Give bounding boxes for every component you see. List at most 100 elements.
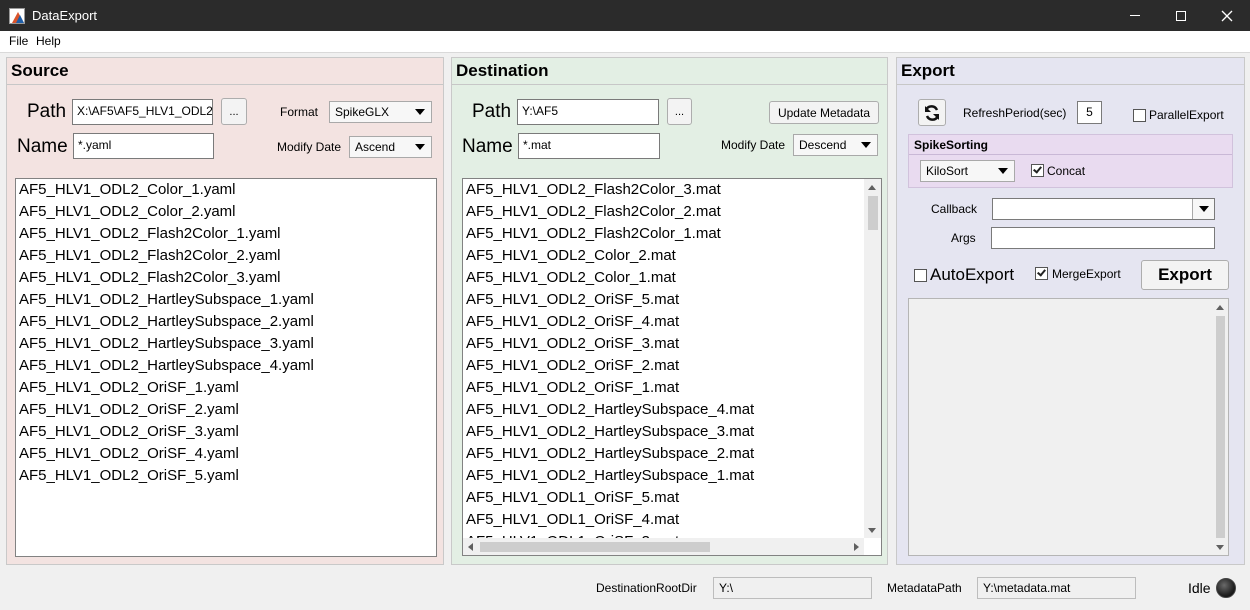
- list-item[interactable]: AF5_HLV1_ODL2_HartleySubspace_1.mat: [463, 465, 881, 487]
- destination-panel: Destination Path Y:\AF5 ... Update Metad…: [451, 57, 888, 565]
- concat-checkbox[interactable]: [1031, 164, 1044, 177]
- source-title-divider: [7, 84, 443, 85]
- scroll-thumb[interactable]: [868, 196, 878, 230]
- list-item[interactable]: AF5_HLV1_ODL2_OriSF_2.yaml: [16, 399, 436, 421]
- list-item[interactable]: AF5_HLV1_ODL1_OriSF_5.mat: [463, 487, 881, 509]
- list-item[interactable]: AF5_HLV1_ODL2_OriSF_5.yaml: [16, 465, 436, 487]
- list-item[interactable]: AF5_HLV1_ODL2_Flash2Color_1.yaml: [16, 223, 436, 245]
- destination-name-label: Name: [462, 136, 513, 157]
- source-path-label: Path: [27, 101, 67, 122]
- scroll-thumb[interactable]: [1216, 316, 1225, 538]
- refresh-button[interactable]: [918, 99, 946, 126]
- source-format-label: Format: [280, 105, 319, 119]
- source-file-list[interactable]: AF5_HLV1_ODL2_Color_1.yaml AF5_HLV1_ODL2_…: [15, 178, 437, 557]
- merge-export-label: MergeExport: [1052, 267, 1121, 281]
- list-item[interactable]: AF5_HLV1_ODL2_HartleySubspace_4.yaml: [16, 355, 436, 377]
- destination-horizontal-scrollbar[interactable]: [463, 538, 864, 555]
- minimize-icon: [1130, 15, 1140, 16]
- list-item[interactable]: AF5_HLV1_ODL1_OriSF_4.mat: [463, 509, 881, 531]
- destination-vertical-scrollbar[interactable]: [864, 179, 881, 538]
- list-item[interactable]: AF5_HLV1_ODL2_HartleySubspace_2.mat: [463, 443, 881, 465]
- autoexport-checkbox[interactable]: [914, 269, 927, 282]
- refresh-period-input[interactable]: 5: [1077, 101, 1102, 124]
- spike-sorter-dropdown[interactable]: KiloSort: [920, 160, 1015, 182]
- scroll-left-icon[interactable]: [468, 543, 473, 551]
- source-path-input[interactable]: X:\AF5\AF5_HLV1_ODL2: [72, 99, 213, 125]
- list-item[interactable]: AF5_HLV1_ODL2_HartleySubspace_3.yaml: [16, 333, 436, 355]
- args-input[interactable]: [991, 227, 1215, 249]
- menu-help[interactable]: Help: [36, 34, 61, 48]
- chevron-down-icon: [1199, 206, 1209, 212]
- scroll-down-icon[interactable]: [868, 528, 876, 533]
- close-button[interactable]: [1204, 0, 1250, 31]
- list-item[interactable]: AF5_HLV1_ODL2_Flash2Color_1.mat: [463, 223, 881, 245]
- export-title: Export: [901, 61, 955, 80]
- destination-file-list[interactable]: AF5_HLV1_ODL2_Flash2Color_3.mat AF5_HLV1_…: [462, 178, 882, 556]
- minimize-button[interactable]: [1112, 0, 1158, 31]
- menu-file[interactable]: File: [9, 34, 28, 48]
- parallel-export-checkbox[interactable]: [1133, 109, 1146, 122]
- list-item[interactable]: AF5_HLV1_ODL2_HartleySubspace_1.yaml: [16, 289, 436, 311]
- list-item[interactable]: AF5_HLV1_ODL2_Flash2Color_3.yaml: [16, 267, 436, 289]
- chevron-down-icon: [861, 142, 871, 148]
- destination-root-field: Y:\: [713, 577, 872, 599]
- list-item[interactable]: AF5_HLV1_ODL2_Color_2.mat: [463, 245, 881, 267]
- list-item[interactable]: AF5_HLV1_ODL2_OriSF_2.mat: [463, 355, 881, 377]
- source-modify-date-value: Ascend: [355, 140, 396, 154]
- source-modify-date-dropdown[interactable]: Ascend: [349, 136, 432, 158]
- status-lamp-icon: [1216, 578, 1236, 598]
- scroll-down-icon[interactable]: [1216, 545, 1224, 550]
- args-label: Args: [951, 231, 976, 245]
- list-item[interactable]: AF5_HLV1_ODL2_Color_1.yaml: [16, 179, 436, 201]
- autoexport-label: AutoExport: [930, 265, 1015, 284]
- list-item[interactable]: AF5_HLV1_ODL2_HartleySubspace_4.mat: [463, 399, 881, 421]
- list-item[interactable]: AF5_HLV1_ODL2_OriSF_5.mat: [463, 289, 881, 311]
- callback-label: Callback: [931, 202, 978, 216]
- log-vertical-scrollbar[interactable]: [1212, 299, 1228, 555]
- maximize-icon: [1176, 10, 1186, 21]
- source-format-dropdown[interactable]: SpikeGLX: [329, 101, 432, 123]
- spike-sorting-title: SpikeSorting: [914, 138, 989, 152]
- export-log-area[interactable]: [908, 298, 1229, 556]
- spike-sorting-divider: [909, 154, 1232, 155]
- merge-export-checkbox[interactable]: [1035, 267, 1048, 280]
- list-item[interactable]: AF5_HLV1_ODL2_Flash2Color_2.yaml: [16, 245, 436, 267]
- export-button[interactable]: Export: [1141, 260, 1229, 290]
- source-format-value: SpikeGLX: [335, 105, 390, 119]
- scroll-right-icon[interactable]: [854, 543, 859, 551]
- scroll-thumb[interactable]: [480, 542, 710, 552]
- list-item[interactable]: AF5_HLV1_ODL2_Flash2Color_2.mat: [463, 201, 881, 223]
- list-item[interactable]: AF5_HLV1_ODL2_Color_1.mat: [463, 267, 881, 289]
- list-item[interactable]: AF5_HLV1_ODL2_Color_2.yaml: [16, 201, 436, 223]
- scroll-up-icon[interactable]: [1216, 305, 1224, 310]
- list-item[interactable]: AF5_HLV1_ODL2_OriSF_1.yaml: [16, 377, 436, 399]
- callback-input[interactable]: [992, 198, 1215, 220]
- callback-dropdown-button[interactable]: [1192, 199, 1214, 219]
- export-panel: Export RefreshPeriod(sec) 5 ParallelExpo…: [896, 57, 1245, 565]
- concat-label: Concat: [1047, 164, 1086, 178]
- chevron-down-icon: [415, 144, 425, 150]
- destination-name-input[interactable]: *.mat: [518, 133, 660, 159]
- source-name-input[interactable]: *.yaml: [73, 133, 214, 159]
- source-browse-button[interactable]: ...: [221, 98, 247, 125]
- refresh-period-label: RefreshPeriod(sec): [963, 106, 1067, 120]
- list-item[interactable]: AF5_HLV1_ODL2_OriSF_3.mat: [463, 333, 881, 355]
- destination-modify-date-dropdown[interactable]: Descend: [793, 134, 878, 156]
- list-item[interactable]: AF5_HLV1_ODL2_HartleySubspace_3.mat: [463, 421, 881, 443]
- list-item[interactable]: AF5_HLV1_ODL2_Flash2Color_3.mat: [463, 179, 881, 201]
- update-metadata-button[interactable]: Update Metadata: [769, 101, 879, 124]
- list-item[interactable]: AF5_HLV1_ODL2_OriSF_4.yaml: [16, 443, 436, 465]
- chevron-down-icon: [998, 168, 1008, 174]
- list-item[interactable]: AF5_HLV1_ODL2_OriSF_3.yaml: [16, 421, 436, 443]
- list-item[interactable]: AF5_HLV1_ODL2_OriSF_1.mat: [463, 377, 881, 399]
- destination-browse-button[interactable]: ...: [667, 98, 692, 125]
- metadata-path-label: MetadataPath: [887, 581, 962, 595]
- list-item[interactable]: AF5_HLV1_ODL2_OriSF_4.mat: [463, 311, 881, 333]
- list-item[interactable]: AF5_HLV1_ODL2_HartleySubspace_2.yaml: [16, 311, 436, 333]
- window-title: DataExport: [32, 8, 98, 23]
- destination-path-label: Path: [472, 101, 512, 122]
- scroll-up-icon[interactable]: [868, 185, 876, 190]
- spike-sorter-value: KiloSort: [926, 164, 969, 178]
- maximize-button[interactable]: [1158, 0, 1204, 31]
- destination-path-input[interactable]: Y:\AF5: [517, 99, 659, 125]
